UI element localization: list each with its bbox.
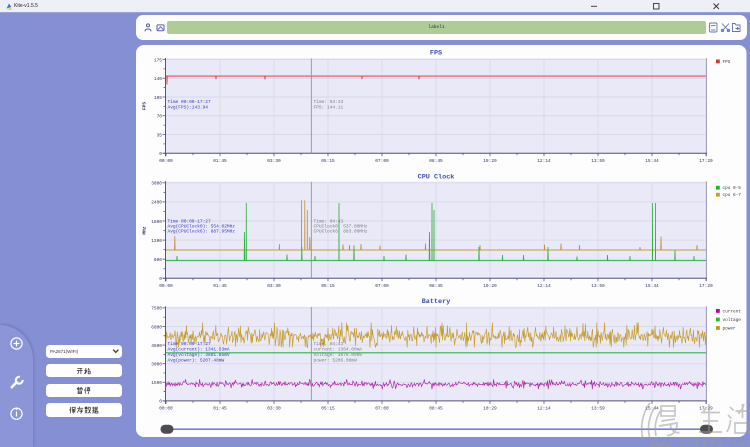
svg-text:www.3olife.net: www.3olife.net [650, 441, 750, 447]
